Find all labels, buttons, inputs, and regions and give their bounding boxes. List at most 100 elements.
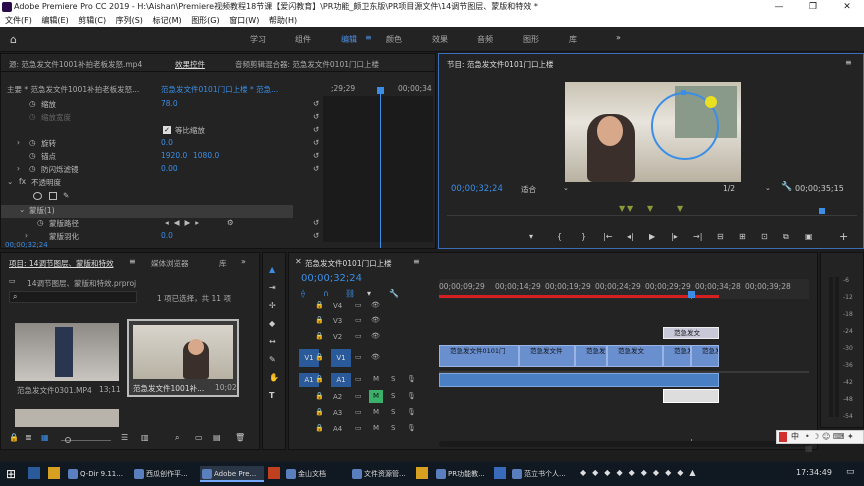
reset-icon[interactable]: ↺ xyxy=(313,125,319,134)
workspace-color[interactable]: 颜色 xyxy=(386,34,402,45)
sequence-tab[interactable]: 范急发文件0101门口上楼 xyxy=(305,258,392,269)
play-button[interactable]: ▶ xyxy=(649,232,655,241)
eye-icon[interactable]: 👁 xyxy=(371,353,380,361)
sort-icon[interactable]: ☰ xyxy=(121,433,128,442)
expand-icon[interactable]: › xyxy=(17,138,20,147)
mute-button[interactable]: M xyxy=(373,408,379,416)
sync-lock-icon[interactable]: ▭ xyxy=(355,353,362,361)
media-browser-tab[interactable]: 媒体浏览器 xyxy=(151,258,189,269)
libraries-tab[interactable]: 库 xyxy=(219,258,227,269)
maximize-button[interactable]: ❐ xyxy=(796,0,830,14)
sync-lock-icon[interactable]: ▭ xyxy=(355,316,362,324)
add-marker-icon[interactable]: ▾ xyxy=(367,289,371,298)
workspace-graphics[interactable]: 图形 xyxy=(523,34,539,45)
taskbar-item-premiere[interactable]: Adobe Pre... xyxy=(200,466,264,482)
project-item-thumbnail[interactable] xyxy=(15,409,119,427)
menu-window[interactable]: 窗口(W) xyxy=(229,16,259,25)
menu-clip[interactable]: 剪辑(C) xyxy=(78,16,106,25)
program-monitor-tab[interactable]: 节目: 范急发文件0101门口上楼 xyxy=(447,59,554,70)
folder-icon[interactable] xyxy=(48,467,60,479)
step-back-button[interactable]: ◂| xyxy=(627,232,634,241)
multicam-button[interactable]: ▣ xyxy=(805,232,813,241)
linked-selection-icon[interactable]: ⛓ xyxy=(345,289,355,298)
track-area[interactable]: 范急发文 范急发文件0101门 范急发文件 范急发文件 范急发文 范急发文 范急… xyxy=(439,299,809,439)
project-item-name[interactable]: 范急发文件0301.MP4 xyxy=(17,385,92,396)
program-timecode[interactable]: 00;00;32;24 xyxy=(451,184,503,194)
add-button[interactable]: + xyxy=(839,230,848,243)
track-select-tool[interactable]: ⇥ xyxy=(269,283,276,292)
comparison-view-button[interactable]: ⧉ xyxy=(783,232,789,242)
project-tab[interactable]: 项目: 14调节图层、蒙版和特效 xyxy=(9,258,113,269)
work-area-bar[interactable] xyxy=(439,295,719,298)
clip-v1[interactable]: 范急发文件 xyxy=(575,345,607,367)
stopwatch-icon[interactable]: ◷ xyxy=(29,164,36,173)
uniform-scale-checkbox[interactable]: ✓ xyxy=(163,126,171,134)
panel-menu-icon[interactable]: ≡ xyxy=(845,58,852,67)
panel-menu-icon[interactable]: ≡ xyxy=(129,257,136,266)
new-bin-icon[interactable]: ▭ xyxy=(195,433,203,442)
timeline-timecode[interactable]: 00;00;32;24 xyxy=(301,273,362,284)
audio-clip-a1[interactable] xyxy=(439,373,719,387)
marker[interactable]: ▼ xyxy=(619,204,625,213)
marker[interactable]: ▼ xyxy=(627,204,633,213)
reset-icon[interactable]: ↺ xyxy=(313,99,319,108)
clock[interactable]: 17:34:49 xyxy=(796,468,832,477)
workspace-audio[interactable]: 音频 xyxy=(477,34,493,45)
workspace-learn[interactable]: 学习 xyxy=(250,34,266,45)
monitor-playhead[interactable] xyxy=(819,208,825,214)
clip-v1[interactable]: 范急发文 xyxy=(607,345,663,367)
reset-icon[interactable]: ↺ xyxy=(313,164,319,173)
mark-out-button[interactable]: } xyxy=(581,232,586,241)
hand-tool[interactable]: ✋ xyxy=(269,373,279,382)
stopwatch-icon[interactable]: ◷ xyxy=(29,151,36,160)
workspace-more-icon[interactable]: » xyxy=(616,33,621,42)
app-icon[interactable] xyxy=(494,467,506,479)
mic-icon[interactable]: 🎙 xyxy=(407,408,416,416)
system-tray-icons[interactable]: ◆◆◆◆◆◆◆◆◆▲ xyxy=(580,468,702,477)
effect-controls-timecode[interactable]: 00;00;32;24 xyxy=(5,241,48,249)
mute-button[interactable]: M xyxy=(373,375,379,383)
workspace-assembly[interactable]: 组件 xyxy=(295,34,311,45)
reset-icon[interactable]: ↺ xyxy=(313,112,319,121)
menu-file[interactable]: 文件(F) xyxy=(5,16,32,25)
sync-lock-icon[interactable]: ▭ xyxy=(355,375,362,383)
close-icon[interactable]: ✕ xyxy=(295,257,302,266)
sync-lock-icon[interactable]: ▭ xyxy=(355,332,362,340)
mute-button-active[interactable]: M xyxy=(369,390,383,403)
pen-mask-icon[interactable]: ✎ xyxy=(63,191,69,200)
solo-button[interactable]: S xyxy=(391,392,395,400)
folder-icon[interactable] xyxy=(416,467,428,479)
stopwatch-icon[interactable]: ◷ xyxy=(29,99,36,108)
home-icon[interactable]: ⌂ xyxy=(10,33,17,46)
monitor-time-ruler[interactable]: ▼ ▼ ▼ ▼ xyxy=(447,202,857,216)
type-tool[interactable]: T xyxy=(269,391,274,400)
ellipse-mask-icon[interactable] xyxy=(33,192,42,200)
zoom-slider-handle[interactable] xyxy=(65,437,71,443)
reset-icon[interactable]: ↺ xyxy=(313,138,319,147)
notification-icon[interactable]: ▭ xyxy=(846,467,855,477)
lock-icon[interactable]: 🔒 xyxy=(315,301,324,309)
clip-v1[interactable]: 范急发文 xyxy=(663,345,691,367)
solo-button[interactable]: S xyxy=(391,375,395,383)
ime-toolbar[interactable]: 中 • ☽ ☺ ⌨ ✦ ▦ xyxy=(776,430,864,453)
mask-tracking-controls[interactable]: ◂◀▶▸ xyxy=(165,218,204,227)
lock-icon[interactable]: 🔒 xyxy=(315,424,324,432)
mic-icon[interactable]: 🎙 xyxy=(407,392,416,400)
chevron-down-icon[interactable]: ⌄ xyxy=(765,184,771,192)
menu-edit[interactable]: 编辑(E) xyxy=(41,16,68,25)
menu-graphics[interactable]: 图形(G) xyxy=(191,16,219,25)
sequence-clip-dropdown[interactable]: 范急发文件0101门口上楼 * 范急... xyxy=(161,84,278,95)
prop-anchor-x[interactable]: 1920.0 xyxy=(161,151,187,160)
audio-clip-a2[interactable] xyxy=(663,389,719,403)
mask-feather-value[interactable]: 0.0 xyxy=(161,231,173,240)
icon-view-icon[interactable]: ▦ xyxy=(41,433,49,442)
lock-icon[interactable]: 🔒 xyxy=(315,408,324,416)
app-icon[interactable] xyxy=(28,467,40,479)
prop-rotation-value[interactable]: 0.0 xyxy=(161,138,173,147)
tab-audio-mixer[interactable]: 音频剪辑混合器: 范急发文件0101门口上楼 xyxy=(235,59,379,70)
lift-button[interactable]: ⊟ xyxy=(717,232,724,241)
clip-v1[interactable]: 范急发文件0101门 xyxy=(439,345,519,367)
lock-icon[interactable]: 🔒 xyxy=(315,353,324,361)
camera-icon[interactable]: ⊡ xyxy=(761,232,768,241)
clip-v1[interactable]: 范急发文 xyxy=(691,345,719,367)
